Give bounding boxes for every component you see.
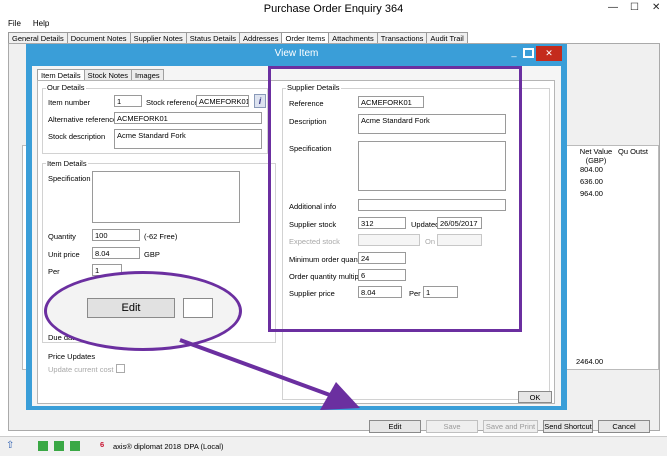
arrow-shaft xyxy=(179,338,339,400)
annotation-arrow xyxy=(179,338,360,410)
arrow-head xyxy=(320,382,360,410)
